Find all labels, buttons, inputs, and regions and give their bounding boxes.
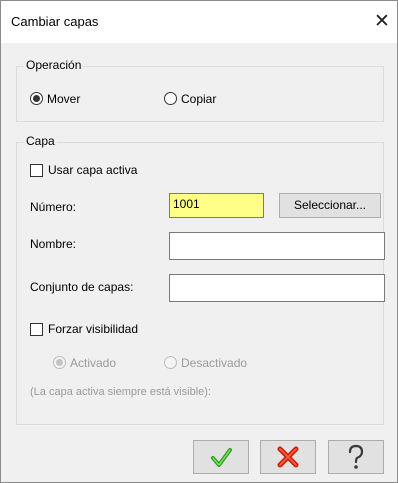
copy-radio-label[interactable]: Copiar — [181, 92, 216, 106]
enabled-radio-dot — [56, 359, 63, 366]
title-bar: Cambiar capas ✕ — [1, 1, 397, 43]
select-button[interactable]: Seleccionar... — [279, 193, 381, 218]
use-active-layer-label[interactable]: Usar capa activa — [48, 163, 137, 177]
question-mark-icon — [348, 444, 364, 469]
cancel-button[interactable] — [260, 440, 316, 474]
checkmark-icon — [211, 448, 232, 467]
use-active-layer-checkbox[interactable] — [30, 164, 43, 177]
name-field[interactable] — [169, 232, 385, 260]
move-radio-dot — [33, 95, 40, 102]
move-radio-label[interactable]: Mover — [47, 92, 80, 106]
dialog-title: Cambiar capas — [11, 14, 99, 29]
enabled-radio-label[interactable]: Activado — [70, 356, 116, 370]
enabled-radio[interactable] — [53, 356, 66, 369]
change-layers-dialog: Cambiar capas ✕ Operación Mover Copiar C… — [0, 0, 398, 483]
copy-radio[interactable] — [164, 92, 177, 105]
operation-legend: Operación — [24, 58, 84, 72]
move-radio[interactable] — [30, 92, 43, 105]
number-label: Número: — [30, 200, 77, 214]
disabled-radio-label[interactable]: Desactivado — [181, 356, 247, 370]
layer-legend: Capa — [24, 134, 57, 148]
layer-set-label: Conjunto de capas: — [30, 280, 134, 294]
ok-button[interactable] — [193, 440, 249, 474]
force-visibility-label[interactable]: Forzar visibilidad — [48, 322, 138, 336]
force-visibility-checkbox[interactable] — [30, 323, 43, 336]
help-button[interactable] — [328, 440, 384, 474]
number-field[interactable]: 1001 — [169, 193, 264, 218]
name-label: Nombre: — [30, 237, 77, 251]
disabled-radio[interactable] — [164, 356, 177, 369]
red-x-icon — [277, 446, 299, 468]
layer-set-field[interactable] — [169, 274, 385, 302]
active-layer-note: (La capa activa siempre está visible): — [30, 386, 211, 398]
close-icon[interactable]: ✕ — [371, 9, 393, 33]
